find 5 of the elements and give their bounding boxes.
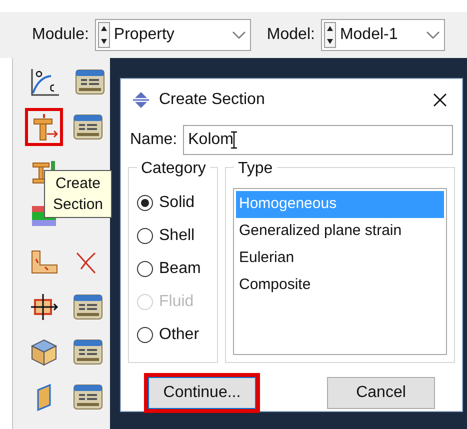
module-label: Module: bbox=[32, 25, 89, 45]
dialog-title: Create Section bbox=[159, 90, 266, 110]
model-label: Model: bbox=[266, 25, 315, 45]
name-label: Name: bbox=[130, 130, 178, 150]
tooltip: Create Section bbox=[44, 170, 112, 218]
